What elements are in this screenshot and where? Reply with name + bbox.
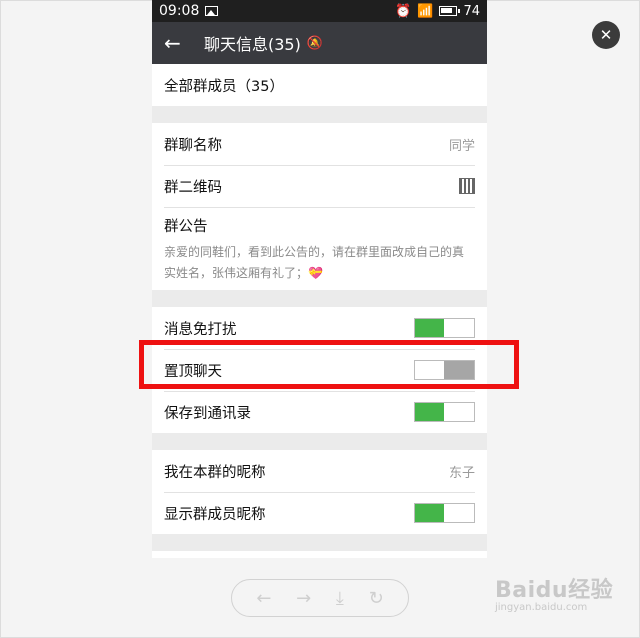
group-notice[interactable]: 群公告 亲爱的同鞋们，看到此公告的，请在群里面改成自己的真实姓名，张伟这厢有礼了… — [152, 207, 487, 290]
save-contacts-row: 保存到通讯录 — [152, 391, 487, 433]
rotate-icon[interactable]: ↻ — [369, 588, 384, 609]
cut-off-row — [152, 551, 487, 558]
group-qr-label: 群二维码 — [164, 179, 222, 196]
bell-off-icon: 🔕 — [306, 35, 324, 51]
battery-level: 74 — [463, 3, 480, 19]
image-icon — [205, 6, 219, 16]
show-nickname-toggle[interactable] — [414, 503, 475, 523]
download-icon[interactable]: ⤓ — [336, 588, 344, 609]
save-contacts-label: 保存到通讯录 — [164, 405, 251, 422]
group-name-label: 群聊名称 — [164, 137, 222, 154]
group-name-row[interactable]: 群聊名称 同学 — [152, 123, 487, 165]
my-nickname-value: 东子 — [448, 465, 475, 481]
nickname-section: 我在本群的昵称 东子 显示群成员昵称 — [152, 450, 487, 534]
show-nickname-label: 显示群成员昵称 — [164, 506, 266, 523]
my-nickname-row[interactable]: 我在本群的昵称 东子 — [152, 450, 487, 492]
arrow-right-icon[interactable]: → — [296, 588, 311, 609]
wifi-icon: 📶 — [417, 3, 434, 19]
save-contacts-toggle[interactable] — [414, 402, 475, 422]
show-nickname-row: 显示群成员昵称 — [152, 492, 487, 534]
group-name-value: 同学 — [448, 138, 475, 154]
watermark-brand: Baidu经验 — [495, 578, 614, 603]
nav-bar: ← 聊天信息(35) 🔕 — [152, 22, 487, 64]
status-time: 09:08 — [159, 3, 200, 19]
viewer-toolbar: ← → ⤓ ↻ — [231, 579, 409, 617]
group-notice-text: 亲爱的同鞋们，看到此公告的，请在群里面改成自己的真实姓名，张伟这厢有礼了；💝 — [164, 245, 465, 280]
group-qr-row[interactable]: 群二维码 — [152, 165, 487, 207]
baidu-watermark: Baidu经验 jingyan.baidu.com — [495, 572, 613, 613]
arrow-left-icon[interactable]: ← — [256, 588, 271, 609]
all-members-row[interactable]: 全部群成员（35） — [152, 64, 487, 106]
group-info-section: 群聊名称 同学 群二维码 群公告 亲爱的同鞋们，看到此公告的，请在群里面改成自己… — [152, 123, 487, 290]
page-title: 聊天信息(35) — [204, 35, 301, 54]
battery-icon — [439, 6, 461, 16]
mute-label: 消息免打扰 — [164, 321, 237, 338]
close-icon[interactable]: ✕ — [592, 21, 620, 49]
alarm-icon: ⏰ — [395, 3, 412, 19]
qr-code-icon — [459, 178, 475, 194]
group-notice-label: 群公告 — [164, 219, 208, 235]
members-section: 全部群成员（35） — [152, 64, 487, 106]
mute-toggle[interactable] — [414, 318, 475, 338]
phone-screen: 09:08 ⏰ 📶 74 ← 聊天信息(35) 🔕 全部群成员（35） 群聊名称… — [152, 0, 487, 558]
my-nickname-label: 我在本群的昵称 — [164, 464, 266, 481]
highlight-box — [139, 340, 519, 389]
status-bar: 09:08 ⏰ 📶 74 — [152, 0, 487, 22]
back-arrow-icon[interactable]: ← — [164, 31, 194, 55]
all-members-label: 全部群成员（35） — [164, 78, 284, 95]
